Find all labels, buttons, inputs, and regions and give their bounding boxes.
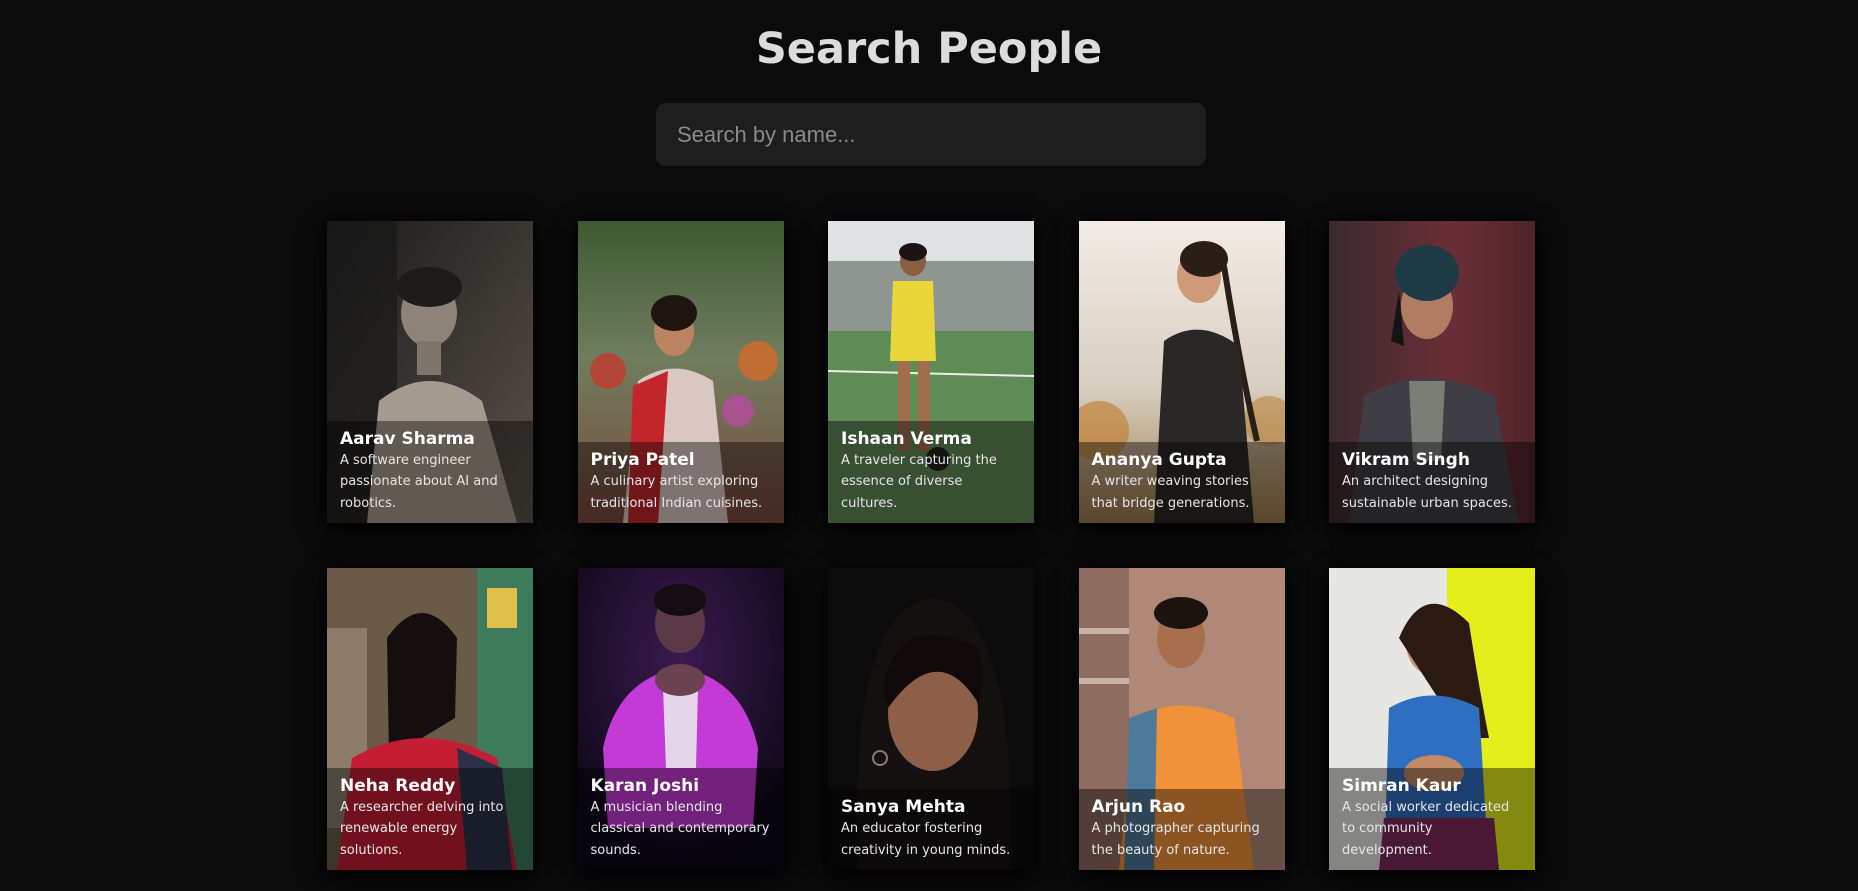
search-input[interactable] — [656, 103, 1206, 166]
page-title: Search People — [755, 24, 1103, 74]
person-card[interactable]: Vikram Singh An architect designing sust… — [1329, 221, 1535, 523]
person-name: Ishaan Verma — [841, 428, 972, 449]
person-card[interactable]: Neha Reddy A researcher delving into ren… — [327, 568, 533, 870]
person-name: Priya Patel — [590, 450, 695, 470]
person-description: An educator fostering creativity in youn… — [841, 821, 1011, 858]
card-caption: Sanya Mehta An educator fostering creati… — [828, 789, 1034, 870]
card-caption: Neha Reddy A researcher delving into ren… — [327, 767, 533, 870]
person-card[interactable]: Karan Joshi A musician blending classica… — [577, 568, 784, 870]
person-description: A writer weaving stories that bridge gen… — [1091, 474, 1250, 511]
person-description: A musician blending classical and contem… — [590, 799, 770, 858]
person-card[interactable]: Simran Kaur A social worker dedicated to… — [1329, 568, 1535, 870]
card-caption: Aarav Sharma A software engineer passion… — [327, 420, 533, 523]
person-name: Arjun Rao — [1091, 797, 1186, 817]
person-description: A social worker dedicated to community d… — [1342, 799, 1510, 858]
person-card[interactable]: Aarav Sharma A software engineer passion… — [327, 221, 533, 523]
person-description: A software engineer passionate about AI … — [340, 452, 498, 511]
card-caption: Ananya Gupta A writer weaving stories th… — [1078, 442, 1285, 523]
person-card[interactable]: Ishaan Verma A traveler capturing the es… — [828, 221, 1034, 523]
person-name: Vikram Singh — [1342, 450, 1470, 470]
person-name: Sanya Mehta — [841, 797, 966, 817]
person-description: A culinary artist exploring traditional … — [590, 474, 763, 511]
person-name: Neha Reddy — [340, 775, 456, 796]
people-grid: Aarav Sharma A software engineer passion… — [327, 221, 1535, 870]
person-description: A photographer capturing the beauty of n… — [1091, 821, 1260, 858]
person-card[interactable]: Sanya Mehta An educator fostering creati… — [828, 568, 1034, 870]
card-caption: Simran Kaur A social worker dedicated to… — [1329, 767, 1535, 870]
card-caption: Priya Patel A culinary artist exploring … — [577, 442, 784, 523]
person-description: An architect designing sustainable urban… — [1342, 474, 1512, 511]
person-card[interactable]: Ananya Gupta A writer weaving stories th… — [1078, 221, 1285, 523]
person-name: Aarav Sharma — [340, 428, 475, 449]
person-card[interactable]: Priya Patel A culinary artist exploring … — [577, 221, 784, 523]
person-name: Ananya Gupta — [1091, 450, 1227, 470]
card-caption: Ishaan Verma A traveler capturing the es… — [828, 420, 1034, 523]
person-description: A traveler capturing the essence of dive… — [841, 452, 997, 511]
person-card[interactable]: Arjun Rao A photographer capturing the b… — [1078, 568, 1285, 870]
person-description: A researcher delving into renewable ener… — [340, 799, 504, 858]
person-name: Karan Joshi — [590, 775, 700, 796]
person-name: Simran Kaur — [1342, 775, 1461, 796]
card-caption: Karan Joshi A musician blending classica… — [577, 767, 784, 870]
card-caption: Arjun Rao A photographer capturing the b… — [1078, 789, 1285, 870]
card-caption: Vikram Singh An architect designing sust… — [1329, 442, 1535, 523]
page: Search People Aarav Sharma A software — [0, 0, 1858, 891]
